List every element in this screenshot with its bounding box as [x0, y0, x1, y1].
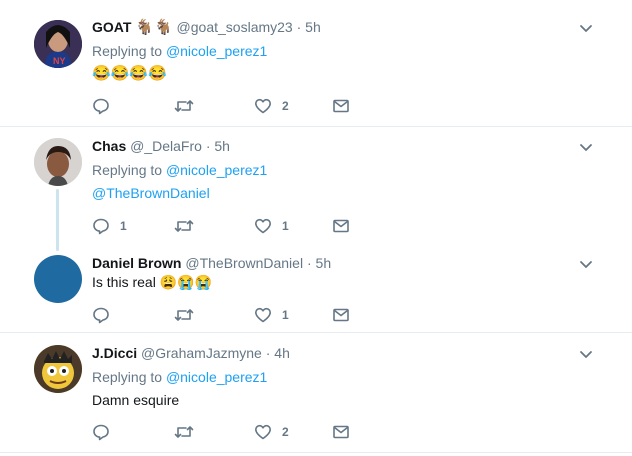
svg-text:NY: NY: [53, 56, 66, 66]
timestamp[interactable]: 5h: [316, 255, 332, 271]
tweet-actions: 2: [92, 96, 362, 116]
like-count: 1: [282, 219, 289, 233]
replying-to: Replying to @nicole_perez1: [92, 368, 267, 386]
retweet-button[interactable]: [174, 422, 204, 442]
tweet-daniel-brown[interactable]: Daniel Brown @TheBrownDaniel · 5h Is thi…: [0, 245, 632, 332]
envelope-icon: [333, 425, 349, 439]
timestamp[interactable]: 5h: [305, 19, 321, 35]
replying-to-link[interactable]: @nicole_perez1: [166, 43, 267, 59]
replying-prefix: Replying to: [92, 43, 163, 59]
timestamp[interactable]: 5h: [214, 138, 230, 154]
separator-dot: ·: [265, 345, 271, 361]
tweet-header: Daniel Brown @TheBrownDaniel · 5h: [92, 254, 331, 272]
like-button[interactable]: 2: [254, 422, 289, 442]
reply-icon: [93, 218, 109, 235]
divider: [0, 452, 632, 453]
retweet-button[interactable]: [174, 305, 204, 325]
chevron-down-icon[interactable]: [578, 256, 594, 272]
separator-dot: ·: [306, 255, 312, 271]
handle[interactable]: @goat_soslamy23: [177, 19, 293, 35]
replying-to-link[interactable]: @nicole_perez1: [166, 162, 267, 178]
tweet-goat[interactable]: NY GOAT 🐐🐐 @goat_soslamy23 · 5h Replying…: [0, 0, 632, 126]
tweet-actions: 1 1: [92, 216, 362, 236]
like-button[interactable]: 2: [254, 96, 289, 116]
tweet-text: 😂😂😂😂: [92, 65, 167, 82]
chevron-down-icon[interactable]: [578, 20, 594, 36]
display-name[interactable]: GOAT: [92, 19, 131, 35]
reply-button[interactable]: [92, 422, 120, 442]
retweet-icon: [174, 100, 194, 112]
reply-count: 1: [120, 219, 127, 233]
timestamp[interactable]: 4h: [274, 345, 290, 361]
avatar-image: NY: [34, 20, 82, 68]
retweet-icon: [174, 309, 194, 321]
reply-icon: [93, 307, 109, 324]
avatar[interactable]: NY: [34, 20, 82, 68]
reply-icon: [93, 424, 109, 441]
display-name[interactable]: Daniel Brown: [92, 255, 181, 271]
direct-message-button[interactable]: [332, 216, 350, 236]
handle[interactable]: @GrahamJazmyne: [141, 345, 262, 361]
tweet-text[interactable]: @TheBrownDaniel: [92, 184, 210, 202]
envelope-icon: [333, 219, 349, 233]
tweet-text: Is this real 😩😭😭: [92, 274, 212, 290]
replying-to-link[interactable]: @nicole_perez1: [166, 369, 267, 385]
avatar[interactable]: [34, 345, 82, 393]
direct-message-button[interactable]: [332, 305, 350, 325]
tweet-header: J.Dicci @GrahamJazmyne · 4h: [92, 344, 290, 362]
tweet-header: GOAT 🐐🐐 @goat_soslamy23 · 5h: [92, 18, 321, 37]
display-name[interactable]: Chas: [92, 138, 126, 154]
retweet-button[interactable]: [174, 216, 204, 236]
chevron-down-icon[interactable]: [578, 139, 594, 155]
like-count: 2: [282, 425, 289, 439]
tweet-actions: 1: [92, 305, 362, 325]
tweet-chas-content: Chas @_DelaFro · 5h Replying to @nicole_…: [0, 127, 632, 245]
like-count: 2: [282, 99, 289, 113]
separator-dot: ·: [205, 138, 211, 154]
display-name[interactable]: J.Dicci: [92, 345, 137, 361]
avatar[interactable]: [34, 255, 82, 303]
reply-button[interactable]: [92, 96, 120, 116]
reply-icon: [93, 98, 109, 115]
direct-message-button[interactable]: [332, 96, 350, 116]
direct-message-button[interactable]: [332, 422, 350, 442]
heart-icon: [255, 218, 271, 234]
heart-icon: [255, 307, 271, 323]
retweet-icon: [174, 220, 194, 232]
like-count: 1: [282, 308, 289, 322]
avatar-image: [34, 345, 82, 393]
heart-icon: [255, 424, 271, 440]
handle[interactable]: @TheBrownDaniel: [185, 255, 303, 271]
reply-button[interactable]: 1: [92, 216, 127, 236]
separator-dot: ·: [296, 19, 302, 35]
replying-prefix: Replying to: [92, 369, 163, 385]
like-button[interactable]: 1: [254, 216, 289, 236]
name-badges: 🐐🐐: [135, 19, 173, 36]
replying-to: Replying to @nicole_perez1: [92, 161, 267, 179]
tweet-text: Damn esquire: [92, 392, 180, 408]
replying-prefix: Replying to: [92, 162, 163, 178]
tweet-header: Chas @_DelaFro · 5h: [92, 137, 230, 155]
heart-icon: [255, 98, 271, 114]
replying-to: Replying to @nicole_perez1: [92, 42, 267, 60]
chevron-down-icon[interactable]: [578, 346, 594, 362]
retweet-icon: [174, 426, 194, 438]
retweet-button[interactable]: [174, 96, 204, 116]
envelope-icon: [333, 308, 349, 322]
reply-button[interactable]: [92, 305, 120, 325]
tweet-actions: 2: [92, 422, 362, 442]
envelope-icon: [333, 99, 349, 113]
handle[interactable]: @_DelaFro: [130, 138, 202, 154]
like-button[interactable]: 1: [254, 305, 289, 325]
tweet-jdicci[interactable]: J.Dicci @GrahamJazmyne · 4h Replying to …: [0, 333, 632, 456]
